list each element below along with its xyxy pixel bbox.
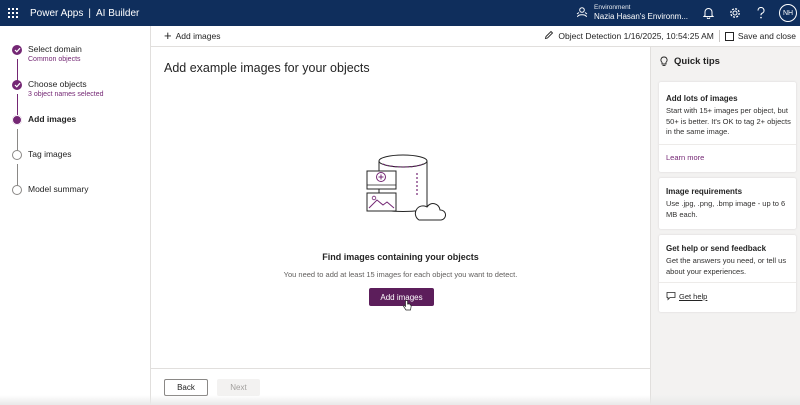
next-button[interactable]: Next bbox=[217, 379, 260, 396]
back-button[interactable]: Back bbox=[164, 379, 208, 396]
divider bbox=[659, 282, 796, 283]
bottom-edge bbox=[0, 395, 800, 405]
model-name[interactable]: Object Detection 1/16/2025, 10:54:25 AM bbox=[558, 31, 713, 41]
image-database-illustration bbox=[366, 154, 446, 221]
quick-tips-panel: Quick tips Add lots of images Start with… bbox=[650, 47, 800, 405]
step-label: Select domain bbox=[28, 44, 82, 54]
step-label: Add images bbox=[28, 114, 77, 124]
empty-state-title: Find images containing your objects bbox=[322, 252, 479, 262]
lightbulb-icon bbox=[660, 56, 668, 66]
product-name: AI Builder bbox=[95, 7, 140, 19]
tip-title: Image requirements bbox=[666, 187, 743, 196]
environment-picker[interactable]: Environment Nazia Hasan's Environm... bbox=[576, 3, 688, 21]
avatar[interactable]: NH bbox=[779, 4, 797, 22]
tip-card-get-help: Get help or send feedback Get the answer… bbox=[659, 235, 796, 312]
add-images-button[interactable]: Add images bbox=[369, 288, 434, 306]
step-sublabel: Common objects bbox=[28, 56, 81, 63]
main-content: Add example images for your objects Find… bbox=[151, 47, 650, 405]
help-icon[interactable] bbox=[754, 6, 768, 20]
current-step-indicator bbox=[12, 115, 22, 125]
page-title: Add example images for your objects bbox=[164, 61, 370, 75]
app-name[interactable]: Power Apps bbox=[30, 8, 83, 19]
divider bbox=[659, 144, 796, 145]
step-connector bbox=[16, 59, 18, 81]
command-bar: + Add images Object Detection 1/16/2025,… bbox=[151, 26, 800, 47]
tip-card-image-requirements: Image requirements Use .jpg, .png, .bmp … bbox=[659, 178, 796, 229]
save-icon bbox=[724, 31, 734, 41]
step-sublabel: 3 object names selected bbox=[28, 91, 104, 98]
wizard-steps: Select domain Common objects Choose obje… bbox=[0, 26, 151, 405]
top-header: Power Apps | AI Builder Environment Nazia … bbox=[0, 0, 800, 26]
add-images-command[interactable]: + Add images bbox=[164, 28, 221, 43]
step-connector bbox=[16, 94, 18, 116]
tip-body: Get the answers you need, or tell us abo… bbox=[666, 256, 787, 276]
hand-cursor-icon bbox=[403, 300, 412, 311]
settings-icon[interactable] bbox=[728, 6, 742, 20]
feedback-icon bbox=[666, 292, 676, 301]
app-title: Power Apps | AI Builder bbox=[30, 7, 140, 19]
tip-body: Start with 15+ images per object, but 50… bbox=[666, 106, 791, 136]
tip-title: Get help or send feedback bbox=[666, 244, 767, 253]
step-connector bbox=[16, 129, 18, 151]
pending-step-indicator bbox=[12, 185, 22, 195]
environment-name: Nazia Hasan's Environm... bbox=[594, 12, 689, 21]
waffle-icon[interactable] bbox=[0, 0, 26, 26]
empty-state-description: You need to add at least 15 images for e… bbox=[283, 270, 518, 279]
bell-icon[interactable] bbox=[701, 6, 715, 20]
learn-more-link[interactable]: Learn more bbox=[666, 153, 704, 162]
pencil-icon[interactable] bbox=[544, 30, 554, 42]
plus-icon: + bbox=[164, 28, 172, 43]
step-label: Choose objects bbox=[28, 79, 87, 89]
tip-body: Use .jpg, .png, .bmp image - up to 6 MB … bbox=[666, 199, 786, 219]
divider bbox=[718, 30, 720, 42]
add-images-command-label: Add images bbox=[175, 31, 221, 41]
step-label: Model summary bbox=[28, 184, 89, 194]
step-connector bbox=[16, 164, 18, 186]
quick-tips-title: Quick tips bbox=[674, 56, 720, 67]
check-icon bbox=[12, 45, 22, 55]
environment-label: Environment bbox=[594, 4, 631, 11]
pending-step-indicator bbox=[12, 150, 22, 160]
environment-icon bbox=[576, 7, 588, 18]
save-and-close-button[interactable]: Save and close bbox=[738, 31, 796, 41]
step-label: Tag images bbox=[28, 149, 72, 159]
check-icon bbox=[12, 80, 22, 90]
tip-card-add-lots: Add lots of images Start with 15+ images… bbox=[659, 82, 796, 172]
quick-tips-header: Quick tips bbox=[660, 56, 720, 67]
tip-title: Add lots of images bbox=[666, 94, 738, 103]
get-help-link[interactable]: Get help bbox=[679, 292, 707, 301]
